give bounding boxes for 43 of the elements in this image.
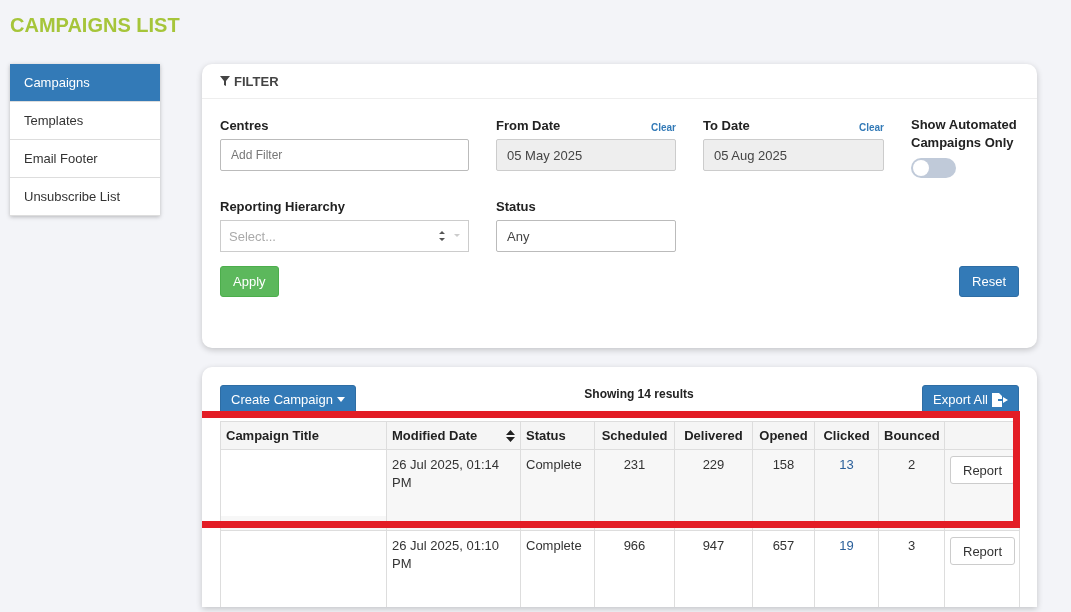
from-date-field[interactable]: 05 May 2025	[496, 139, 676, 171]
column-header: Scheduled	[594, 421, 675, 450]
centres-field[interactable]: Add Filter	[220, 139, 469, 171]
table-cell: 158	[752, 449, 815, 531]
table-cell: 2	[878, 449, 945, 531]
results-count: Showing 14 results	[584, 387, 694, 401]
filter-title: FILTER	[234, 73, 279, 89]
sidebar-item[interactable]: Email Footer	[10, 140, 160, 178]
table-cell: 13	[814, 449, 879, 531]
field-label: From Date	[496, 118, 561, 133]
clear-link[interactable]: Clear	[859, 122, 884, 133]
column-header: Delivered	[674, 421, 753, 450]
to-date-field[interactable]: 05 Aug 2025	[703, 139, 884, 171]
clear-link[interactable]: Clear	[651, 122, 676, 133]
stepper-caret-icon	[438, 230, 460, 242]
column-header[interactable]: Modified Date	[386, 421, 521, 450]
report-button[interactable]: Report	[950, 537, 1016, 565]
table-cell: 231	[594, 449, 675, 531]
column-header: Opened	[752, 421, 815, 450]
sidebar-item[interactable]: Templates	[10, 102, 160, 140]
column-header: Status	[520, 421, 595, 450]
report-button[interactable]: Report	[950, 456, 1016, 484]
sort-icon	[506, 429, 515, 442]
file-export-icon	[992, 392, 1008, 407]
field-label: To Date	[703, 118, 750, 133]
column-header: Clicked	[814, 421, 879, 450]
status-field[interactable]: Any	[496, 220, 676, 252]
caret-icon	[336, 397, 345, 402]
reset-button[interactable]: Reset	[959, 266, 1019, 297]
sidebar-item[interactable]: Campaigns	[10, 64, 160, 102]
toggle-label: Show Automated Campaigns Only	[911, 116, 1018, 152]
field-label: Status	[496, 199, 536, 214]
table-cell: Complete	[520, 449, 595, 531]
table-cell: 26 Jul 2025, 01:14 PM	[386, 449, 521, 531]
column-header: Bounced	[878, 421, 945, 450]
field-label: Reporting Hierarchy	[220, 199, 345, 214]
toggle-switch[interactable]	[911, 158, 956, 178]
filter-icon	[220, 76, 230, 86]
page-title: CAMPAIGNS LIST	[10, 13, 181, 38]
field-label: Centres	[220, 118, 269, 133]
sidebar-item[interactable]: Unsubscribe List	[10, 178, 160, 216]
column-header: Campaign Title	[220, 421, 387, 450]
table-cell: 229	[674, 449, 753, 531]
